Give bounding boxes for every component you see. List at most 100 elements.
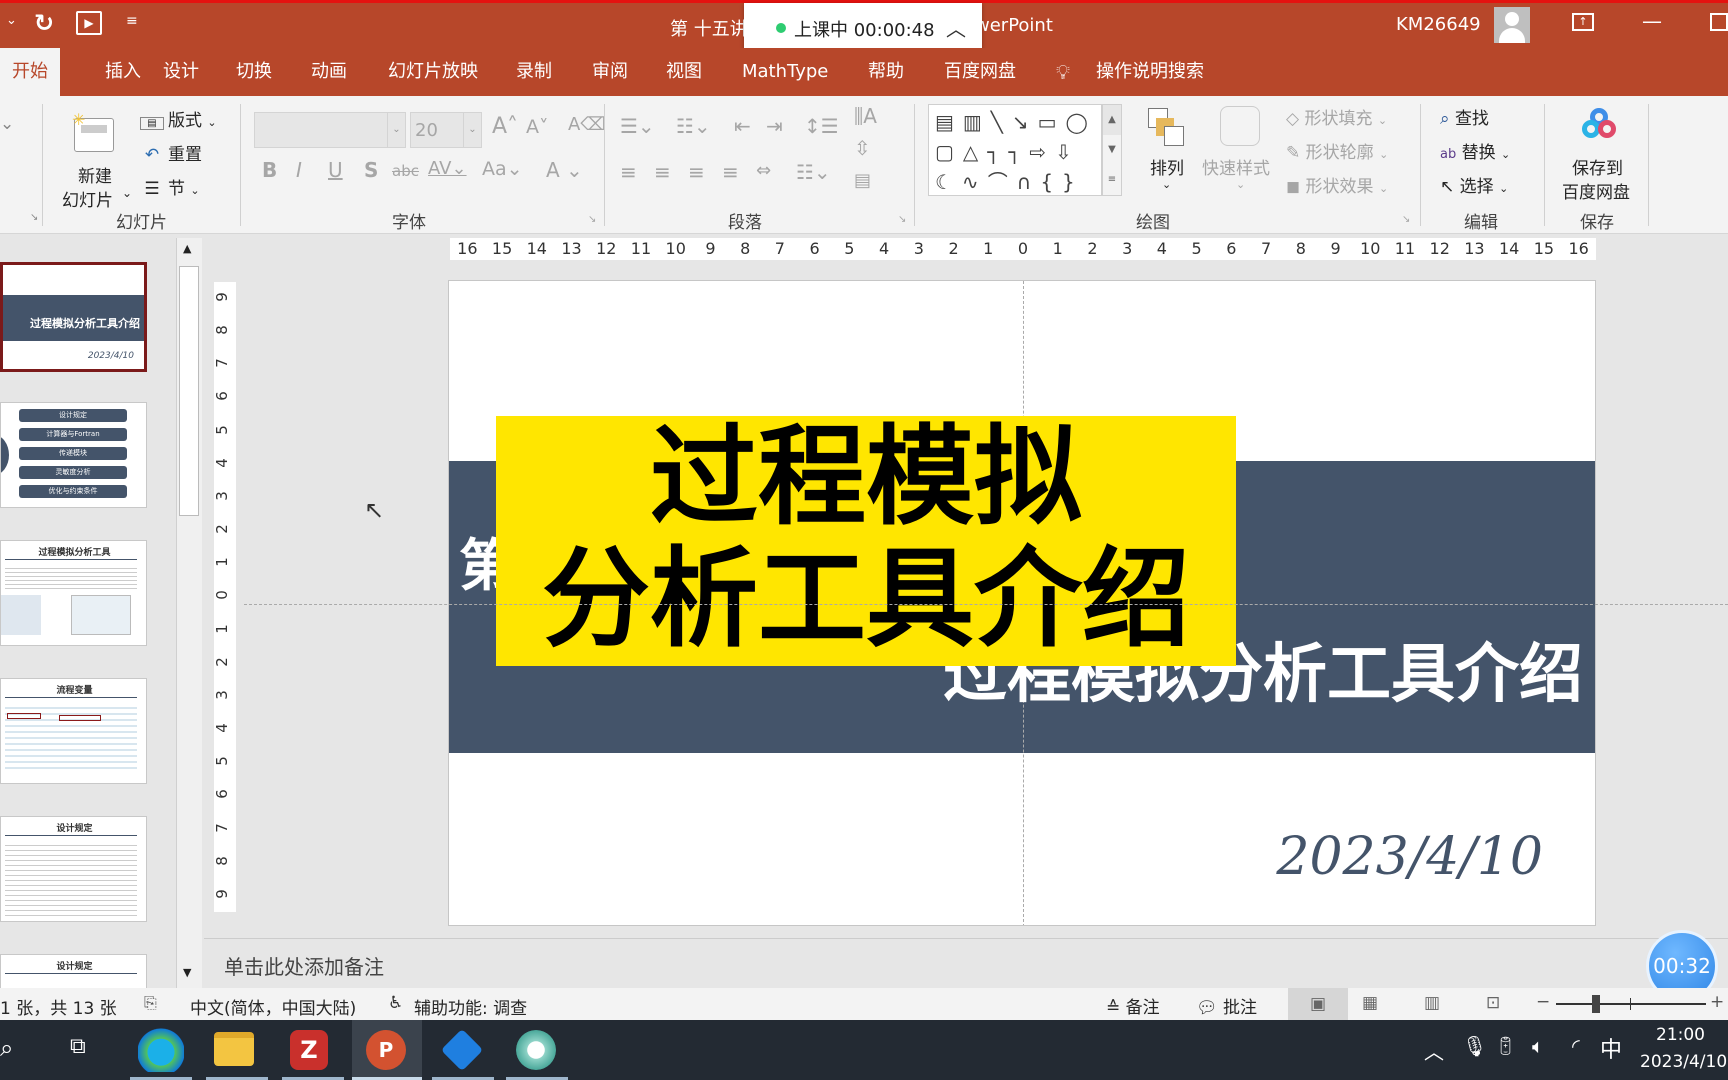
microphone-icon[interactable]: 🎙︎ xyxy=(1462,1034,1487,1058)
section-button[interactable]: ☰ 节 ⌄ xyxy=(140,174,199,199)
decrease-indent-icon[interactable]: ⇤ xyxy=(734,114,751,138)
tab-animations[interactable]: 动画 xyxy=(299,48,359,96)
paragraph-launcher-icon[interactable]: ↘ xyxy=(898,214,906,225)
search-icon[interactable]: ⌕ xyxy=(0,1034,13,1062)
bullets-icon[interactable]: ☰⌄ xyxy=(620,114,655,138)
thumbnail-scrollbar[interactable]: ▲ ▼ xyxy=(176,238,202,988)
slideshow-view-icon[interactable]: ⊡ xyxy=(1486,993,1500,1013)
distributed-icon[interactable]: ⇔ xyxy=(756,160,771,181)
numbering-icon[interactable]: ☷⌄ xyxy=(676,114,711,138)
increase-indent-icon[interactable]: ⇥ xyxy=(766,114,783,138)
font-color-icon[interactable]: A ⌄ xyxy=(546,158,583,182)
show-hidden-icons-chevron[interactable]: ︿ xyxy=(1424,1036,1444,1065)
shape-row-2[interactable]: ▢△┐┐⇨⇩ xyxy=(935,137,1081,167)
italic-icon[interactable]: I xyxy=(296,158,302,182)
align-left-icon[interactable]: ≡ xyxy=(620,160,637,184)
text-shadow-icon[interactable]: S xyxy=(364,158,378,182)
comments-button[interactable]: 💬︎ 批注 xyxy=(1196,993,1257,1018)
tab-baidu-netdisk[interactable]: 百度网盘 xyxy=(932,48,1028,96)
columns-icon[interactable]: ☷⌄ xyxy=(796,160,831,184)
zoom-slider-thumb[interactable] xyxy=(1592,995,1600,1013)
redo-icon[interactable]: ↻ xyxy=(34,9,54,37)
strikethrough-icon[interactable]: abc xyxy=(392,162,419,180)
battery-icon[interactable]: 🔋︎ xyxy=(1494,1036,1517,1057)
ime-indicator[interactable]: 中 xyxy=(1600,1032,1622,1064)
increase-font-icon[interactable]: A˄ xyxy=(492,114,518,139)
tab-record[interactable]: 录制 xyxy=(504,48,564,96)
reset-button[interactable]: ↶ 重置 xyxy=(140,140,202,165)
scroll-down-icon[interactable]: ▼ xyxy=(183,966,191,979)
tab-design[interactable]: 设计 xyxy=(151,48,211,96)
slide-thumbnail-2[interactable]: 设计规定 计算器与Fortran 传递模块 灵敏度分析 优化与约束条件 xyxy=(0,402,147,508)
start-slideshow-icon[interactable]: ▶ xyxy=(76,11,102,35)
line-spacing-icon[interactable]: ↕☰ xyxy=(804,114,839,138)
collapse-chevron-icon[interactable]: ︿ xyxy=(946,13,966,42)
language-indicator[interactable]: 中文(简体，中国大陆) xyxy=(190,994,356,1019)
align-text-icon[interactable]: ⇳ xyxy=(854,136,871,160)
notes-placeholder[interactable]: 单击此处添加备注 xyxy=(224,951,384,980)
zoom-slider[interactable] xyxy=(1556,995,1706,1013)
slide-thumbnail-3[interactable]: 过程模拟分析工具 xyxy=(0,540,147,646)
accessibility-icon[interactable]: ♿︎ xyxy=(388,993,403,1013)
change-case-icon[interactable]: Aa⌄ xyxy=(482,158,523,180)
clear-formatting-icon[interactable]: A⌫ xyxy=(568,114,606,135)
clipboard-launcher-icon[interactable]: ↘ xyxy=(30,212,38,223)
slide-date[interactable]: 2023/4/10 xyxy=(1276,827,1543,887)
scroll-thumb[interactable] xyxy=(179,266,199,516)
accessibility-status[interactable]: 辅助功能: 调查 xyxy=(414,994,527,1019)
find-button[interactable]: ⌕ 查找 xyxy=(1440,104,1489,129)
font-launcher-icon[interactable]: ↘ xyxy=(588,214,596,225)
shape-outline-button[interactable]: ✎ 形状轮廓 ⌄ xyxy=(1286,138,1388,163)
tab-slideshow[interactable]: 幻灯片放映 xyxy=(376,48,490,96)
task-view-icon[interactable]: ⧉ xyxy=(70,1034,86,1059)
powerpoint-icon[interactable]: P xyxy=(366,1030,406,1070)
align-right-icon[interactable]: ≡ xyxy=(688,160,705,184)
tencent-meeting-icon[interactable] xyxy=(440,1028,484,1072)
font-name-input[interactable]: ⌄ xyxy=(254,112,406,148)
tab-review[interactable]: 审阅 xyxy=(580,48,640,96)
ribbon-display-options-icon[interactable]: ↑ xyxy=(1572,13,1594,31)
slide-sorter-icon[interactable]: ▦ xyxy=(1362,993,1378,1013)
tab-help[interactable]: 帮助 xyxy=(856,48,916,96)
slide-thumbnail-5[interactable]: 设计规定 xyxy=(0,816,147,922)
tab-transitions[interactable]: 切换 xyxy=(224,48,284,96)
notes-pane[interactable]: 单击此处添加备注 xyxy=(204,938,1728,988)
app-icon[interactable] xyxy=(516,1030,556,1070)
gallery-scroll[interactable]: ▲ ▼ ≡ xyxy=(1102,104,1122,196)
justify-icon[interactable]: ≡ xyxy=(722,160,739,184)
character-spacing-icon[interactable]: AV⌄ xyxy=(428,158,467,179)
tab-home[interactable]: 开始 xyxy=(0,48,60,96)
normal-view-icon[interactable]: ▣ xyxy=(1288,988,1348,1020)
clipboard-partial[interactable]: ⌄ xyxy=(0,114,14,134)
shapes-gallery[interactable]: ▤▥╲↘▭◯ ▢△┐┐⇨⇩ ☾∿⌒∩{} xyxy=(928,104,1102,196)
zoom-in-button[interactable]: + xyxy=(1710,992,1724,1012)
user-name[interactable]: KM26649 xyxy=(1396,14,1481,35)
clock-date[interactable]: 2023/4/10 xyxy=(1640,1052,1727,1072)
shape-fill-button[interactable]: ◇ 形状填充 ⌄ xyxy=(1286,104,1387,129)
font-size-input[interactable]: 20 ⌄ xyxy=(410,112,482,148)
notes-toggle-button[interactable]: ≙ 备注 xyxy=(1106,993,1160,1018)
select-button[interactable]: ↖ 选择 ⌄ xyxy=(1440,172,1508,197)
slide-thumbnail-1[interactable]: 过程模拟分析工具介绍 2023/4/10 xyxy=(0,262,147,372)
shape-row-1[interactable]: ▤▥╲↘▭◯ xyxy=(935,107,1097,137)
zotero-icon[interactable]: Z xyxy=(290,1030,328,1070)
decrease-font-icon[interactable]: A˅ xyxy=(526,116,549,138)
customize-qat-icon[interactable]: ≡ xyxy=(126,13,138,29)
bold-icon[interactable]: B xyxy=(262,158,277,182)
wifi-icon[interactable]: ◜ xyxy=(1572,1034,1580,1058)
drawing-launcher-icon[interactable]: ↘ xyxy=(1402,214,1410,225)
tab-view[interactable]: 视图 xyxy=(654,48,714,96)
spell-check-icon[interactable]: ⎘ xyxy=(144,993,157,1013)
replace-button[interactable]: ab 替换 ⌄ xyxy=(1440,138,1510,163)
layout-button[interactable]: ▤ 版式 ⌄ xyxy=(140,106,217,131)
qat-dropdown-icon[interactable]: ⌄ xyxy=(6,13,17,28)
tell-me-search[interactable]: 操作说明搜索 xyxy=(1084,48,1216,96)
tab-insert[interactable]: 插入 xyxy=(93,48,153,96)
edge-icon[interactable] xyxy=(138,1028,184,1072)
slide-canvas[interactable]: 第 过程模拟分析工具介绍 2023/4/10 过程模拟 分析工具介绍 xyxy=(448,280,1596,926)
slide-thumbnail-4[interactable]: 流程变量 xyxy=(0,678,147,784)
shape-row-3[interactable]: ☾∿⌒∩{} xyxy=(935,167,1084,197)
smartart-icon[interactable]: ▤ xyxy=(854,170,871,191)
text-direction-icon[interactable]: ⫼A xyxy=(854,104,877,128)
minimize-button[interactable]: — xyxy=(1642,9,1662,33)
